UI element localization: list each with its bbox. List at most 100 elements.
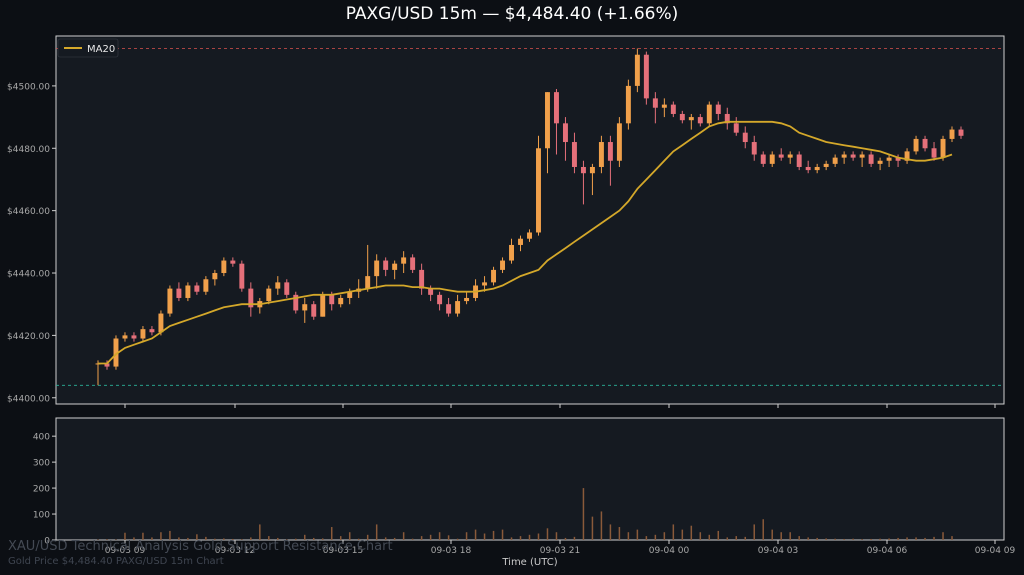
candle-body — [392, 263, 398, 270]
candle-body — [760, 154, 766, 164]
volume-bar — [897, 537, 899, 540]
candle-body — [194, 285, 200, 292]
volume-tick-label: 200 — [33, 485, 50, 495]
candle-body — [275, 282, 281, 289]
volume-bar — [924, 537, 926, 540]
candle-body — [778, 154, 784, 158]
candle-body — [446, 304, 452, 314]
candle-body — [634, 54, 640, 86]
volume-bar — [753, 524, 755, 540]
volume-bar — [564, 537, 567, 540]
volume-bar — [717, 530, 720, 540]
candle-body — [230, 260, 236, 264]
volume-bar — [834, 538, 836, 540]
candle-body — [922, 138, 928, 149]
candle-body — [428, 288, 434, 295]
time-tick-label: 09-04 06 — [867, 546, 908, 556]
candle-body — [176, 288, 182, 298]
volume-bar — [807, 537, 809, 540]
volume-bar — [681, 529, 684, 540]
candle-body — [410, 257, 416, 270]
candle-body — [706, 104, 712, 124]
time-tick-label: 09-03 21 — [540, 546, 580, 556]
candle-body — [365, 276, 371, 289]
volume-bar — [627, 532, 630, 540]
candle-body — [949, 129, 955, 139]
candle-body — [625, 85, 631, 124]
candle-body — [589, 166, 595, 174]
candle-body — [859, 154, 865, 158]
candle-body — [383, 260, 389, 270]
volume-bar — [726, 537, 729, 540]
volume-bar — [393, 537, 396, 540]
candle-body — [149, 329, 155, 333]
candle-body — [958, 129, 964, 136]
volume-bar — [582, 488, 585, 540]
volume-bar — [762, 519, 764, 540]
candle-body — [697, 117, 703, 124]
candle-body — [320, 294, 326, 317]
candle-body — [688, 117, 694, 121]
candle-body — [562, 123, 568, 143]
volume-bar — [411, 538, 414, 540]
candle-body — [491, 269, 497, 283]
candle-body — [419, 269, 425, 289]
candle-body — [338, 297, 344, 305]
candle-body — [580, 166, 586, 174]
candle-body — [814, 166, 820, 171]
candle-body — [931, 148, 937, 158]
volume-bar — [537, 533, 540, 540]
volume-bar — [492, 530, 495, 540]
candle-body — [455, 301, 461, 314]
time-tick-label: 09-04 00 — [649, 546, 690, 556]
candle-body — [329, 294, 335, 305]
candle-body — [266, 288, 272, 302]
volume-bar — [636, 529, 639, 540]
volume-bar — [699, 532, 702, 540]
candle-body — [302, 304, 308, 311]
volume-tick-label: 400 — [33, 433, 50, 443]
volume-bar — [690, 525, 693, 540]
volume-bar — [771, 529, 773, 540]
volume-bar — [906, 537, 908, 540]
candle-body — [850, 154, 856, 158]
chart-canvas: $4400.00 $4420.00 $4440.00 $4460.00 $4480.00… — [7, 35, 1016, 556]
candle-body — [212, 273, 218, 280]
candle-body — [571, 142, 577, 167]
volume-bar — [825, 538, 827, 540]
candle-body — [661, 104, 667, 108]
time-tick-label: 09-04 09 — [975, 546, 1016, 556]
candle-body — [284, 282, 290, 295]
candle-body — [940, 138, 946, 158]
volume-bar — [474, 529, 477, 540]
candle-body — [545, 92, 550, 149]
volume-bar — [951, 536, 953, 540]
volume-bar — [843, 538, 845, 540]
candle-body — [509, 244, 514, 261]
candle-body — [877, 160, 883, 164]
candle-body — [527, 232, 532, 239]
candle-body — [769, 154, 775, 164]
volume-bar — [375, 524, 378, 540]
price-tick-label: $4460.00 — [7, 207, 50, 217]
candle-body — [464, 297, 470, 302]
time-tick-label: 09-04 03 — [758, 546, 798, 556]
candle-body — [518, 238, 523, 245]
price-panel — [55, 35, 1005, 405]
volume-bar — [942, 532, 944, 540]
volume-bar — [438, 532, 441, 540]
volume-bar — [879, 538, 881, 540]
candle-body — [311, 304, 317, 317]
volume-bar — [555, 532, 558, 540]
volume-bar — [852, 538, 854, 540]
watermark-line-1: XAU/USD Technical Analysis Gold Support … — [8, 539, 393, 554]
candle-body — [733, 123, 739, 133]
candle-body — [832, 157, 838, 164]
candle-body — [482, 282, 488, 286]
candle-body — [536, 148, 541, 233]
volume-bar — [591, 516, 594, 540]
volume-tick-label: 300 — [33, 459, 50, 469]
volume-bar — [510, 537, 513, 540]
volume-bar — [933, 536, 935, 540]
candle-body — [203, 279, 209, 292]
